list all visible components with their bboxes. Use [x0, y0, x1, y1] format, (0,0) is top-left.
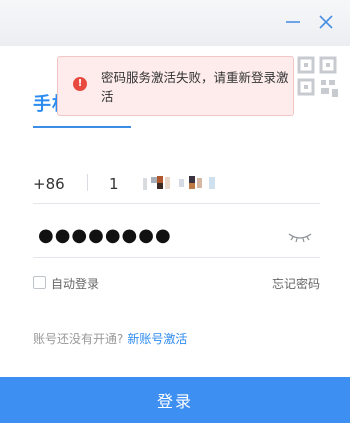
minimize-icon[interactable] — [283, 12, 303, 32]
phone-number-value: 1 — [109, 175, 120, 193]
eye-closed-icon[interactable] — [287, 231, 313, 243]
auto-login-checkbox[interactable] — [33, 276, 46, 289]
login-button[interactable]: 登录 — [0, 377, 350, 423]
activation-prompt: 账号还没有开通? 新账号激活 — [33, 330, 187, 347]
password-masked-value: ●●●●●●●● — [38, 225, 172, 246]
activate-account-link[interactable]: 新账号激活 — [127, 332, 187, 346]
error-message: 密码服务激活失败，请重新登录激活 — [101, 70, 289, 104]
auto-login-label[interactable]: 自动登录 — [51, 275, 99, 292]
error-icon: ! — [73, 77, 87, 91]
forgot-password-link[interactable]: 忘记密码 — [272, 275, 320, 292]
title-bar — [0, 0, 350, 46]
field-divider — [87, 174, 88, 191]
redacted-phone-digits — [143, 176, 215, 190]
close-icon[interactable] — [316, 12, 336, 32]
error-toast: ! 密码服务激活失败，请重新登录激活 — [57, 56, 294, 116]
country-code[interactable]: +86 — [33, 175, 65, 193]
phone-field[interactable]: +86 1 — [33, 163, 320, 204]
qr-code-icon[interactable] — [297, 56, 341, 100]
activation-question: 账号还没有开通? — [33, 332, 124, 346]
tab-active-indicator — [33, 126, 131, 128]
password-field[interactable]: ●●●●●●●● — [33, 217, 320, 258]
